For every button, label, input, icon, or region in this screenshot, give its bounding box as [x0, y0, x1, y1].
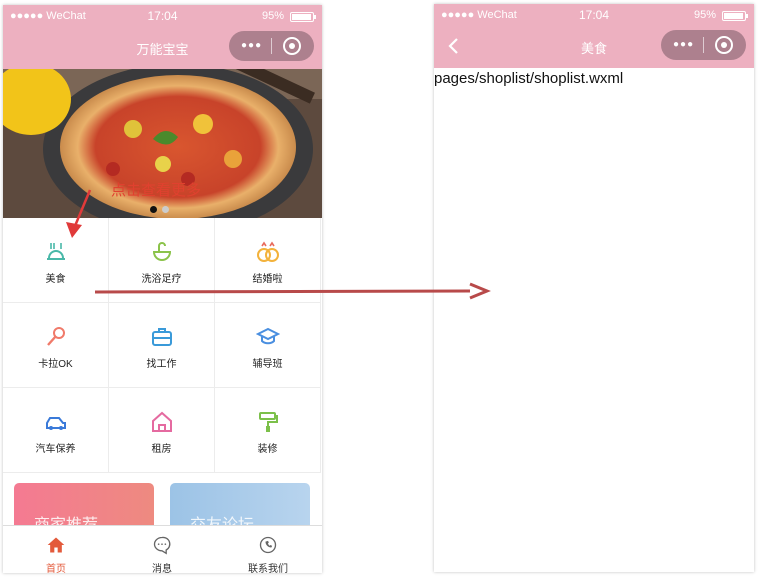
category-label: 找工作 — [146, 359, 177, 370]
tab-messages[interactable]: 消息 — [109, 526, 215, 573]
battery-icon — [722, 11, 748, 21]
friends-forum-card[interactable]: 交友论坛 — [170, 483, 310, 531]
category-label: 装修 — [257, 444, 278, 455]
category-car-care[interactable]: 汽车保养 — [3, 388, 109, 473]
category-tutoring[interactable]: 辅导班 — [215, 303, 321, 388]
category-label: 结婚啦 — [252, 274, 283, 285]
tab-home[interactable]: 首页 — [3, 526, 109, 573]
category-label: 租房 — [151, 444, 172, 455]
indicator-dot-active[interactable] — [150, 206, 157, 213]
graduation-cap-icon — [256, 327, 280, 345]
category-rent[interactable]: 租房 — [109, 388, 215, 473]
battery-percent: 95% — [261, 10, 284, 22]
miniprogram-capsule[interactable]: ●●● — [661, 30, 746, 60]
merchant-recommend-card[interactable]: 商家推荐 — [14, 483, 154, 531]
category-decoration[interactable]: 装修 — [215, 388, 321, 473]
miniprogram-capsule[interactable]: ●●● — [229, 31, 314, 61]
category-food[interactable]: 美食 — [3, 218, 109, 303]
category-bath[interactable]: 洗浴足疗 — [109, 218, 215, 303]
status-bar: ●●●●● WeChat 17:04 95% — [434, 4, 754, 26]
more-icon[interactable]: ●●● — [673, 39, 694, 50]
tab-label: 首页 — [46, 564, 66, 573]
tab-contact[interactable]: 联系我们 — [215, 526, 321, 573]
home-icon — [47, 537, 65, 553]
briefcase-icon — [152, 328, 172, 346]
navigation-bar: 美食 ●●● — [434, 26, 754, 68]
food-icon — [47, 243, 65, 260]
page-content-text: pages/shoplist/shoplist.wxml — [434, 70, 624, 87]
category-label: 卡拉OK — [38, 359, 73, 370]
capsule-divider — [271, 38, 272, 54]
house-icon — [152, 411, 172, 432]
shoplist-page-phone: ●●●●● WeChat 17:04 95% 美食 ●●● pages/shop… — [434, 4, 754, 572]
banner-caption: 点击查看更多 — [111, 182, 202, 199]
category-wedding[interactable]: 结婚啦 — [215, 218, 321, 303]
battery-percent: 95% — [693, 9, 716, 21]
message-icon — [153, 536, 171, 555]
banner-swiper[interactable]: 点击查看更多 — [3, 69, 322, 218]
category-label: 辅导班 — [252, 359, 283, 370]
category-jobs[interactable]: 找工作 — [109, 303, 215, 388]
close-miniprogram-icon[interactable] — [283, 37, 301, 55]
swiper-indicators — [150, 200, 174, 218]
category-label: 美食 — [45, 274, 66, 285]
category-label: 洗浴足疗 — [141, 274, 182, 285]
indicator-dot[interactable] — [162, 206, 169, 213]
category-label: 汽车保养 — [35, 444, 76, 455]
tab-label: 消息 — [152, 564, 172, 573]
category-karaoke[interactable]: 卡拉OK — [3, 303, 109, 388]
phone-icon — [259, 536, 277, 554]
close-miniprogram-icon[interactable] — [715, 36, 733, 54]
capsule-divider — [703, 37, 704, 53]
microphone-icon — [47, 327, 65, 346]
home-page-phone: ●●●●● WeChat 17:04 95% 万能宝宝 ●●● 点击查看更多 美… — [3, 5, 322, 573]
car-icon — [46, 417, 66, 430]
more-icon[interactable]: ●●● — [241, 40, 262, 51]
rings-icon — [257, 241, 279, 262]
tab-bar: 首页 消息 联系我们 — [3, 525, 322, 573]
paint-roller-icon — [259, 412, 278, 432]
status-bar: ●●●●● WeChat 17:04 95% — [3, 5, 322, 27]
battery-icon — [290, 12, 316, 22]
bath-icon — [152, 242, 172, 261]
tab-label: 联系我们 — [248, 564, 288, 573]
navigation-bar: 万能宝宝 ●●● — [3, 27, 322, 69]
